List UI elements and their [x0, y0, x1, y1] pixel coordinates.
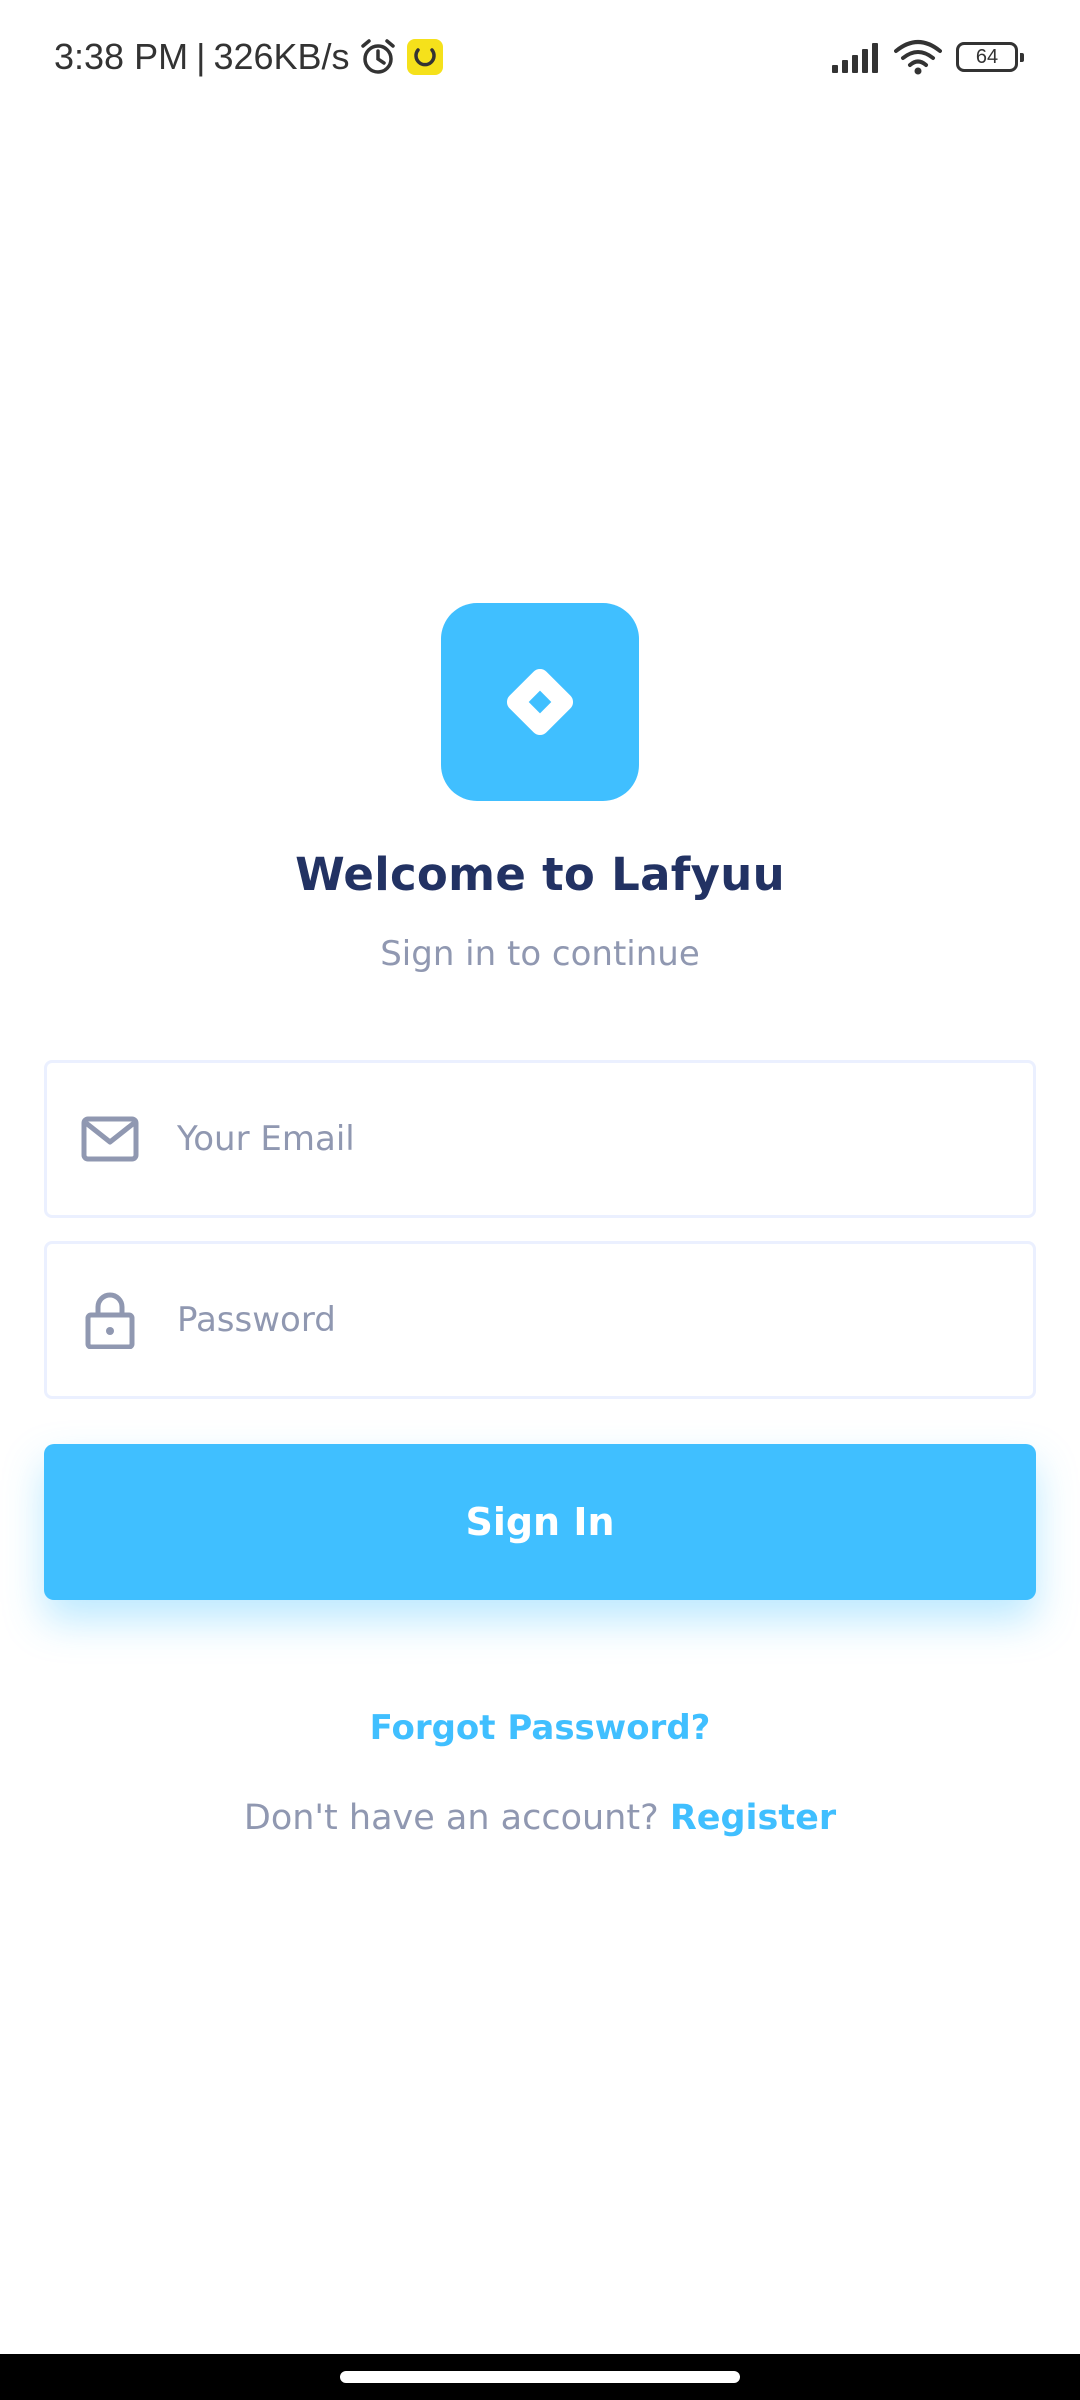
- status-network-speed: 326KB/s: [213, 36, 350, 77]
- no-account-text: Don't have an account?: [243, 1798, 659, 1838]
- page-subtitle: Sign in to continue: [380, 934, 700, 974]
- app-logo: [441, 603, 639, 801]
- password-input[interactable]: [177, 1244, 997, 1396]
- system-nav-bar: [0, 2354, 1080, 2400]
- battery-icon: 64: [956, 42, 1024, 72]
- battery-level: 64: [975, 45, 999, 68]
- status-bar-left: 3:38 PM | 326KB/s: [54, 32, 444, 82]
- login-screen: 3:38 PM | 326KB/s 64 Welcome to Lafyuu S…: [0, 0, 1080, 2400]
- wifi-icon: [894, 39, 942, 75]
- status-bar: 3:38 PM | 326KB/s 64: [0, 0, 1080, 116]
- status-bar-right: 64: [830, 34, 1024, 80]
- home-indicator[interactable]: [340, 2371, 740, 2383]
- status-time: 3:38 PM: [54, 36, 189, 77]
- register-link[interactable]: Register: [670, 1798, 836, 1838]
- app-notification-icon: [406, 38, 444, 76]
- status-separator: |: [196, 36, 206, 77]
- diamond-logo-icon: [506, 668, 574, 736]
- email-input[interactable]: [177, 1063, 997, 1215]
- lock-icon: [81, 1291, 139, 1349]
- email-field[interactable]: [44, 1060, 1036, 1218]
- forgot-password-link[interactable]: Forgot Password?: [0, 1708, 1080, 1748]
- sign-in-button[interactable]: Sign In: [44, 1444, 1036, 1600]
- register-prompt: Don't have an account? Register: [0, 1798, 1080, 1838]
- page-title: Welcome to Lafyuu: [295, 848, 785, 901]
- password-field[interactable]: [44, 1241, 1036, 1399]
- mail-icon: [81, 1110, 139, 1168]
- alarm-icon: [358, 37, 398, 77]
- signal-icon: [830, 41, 880, 73]
